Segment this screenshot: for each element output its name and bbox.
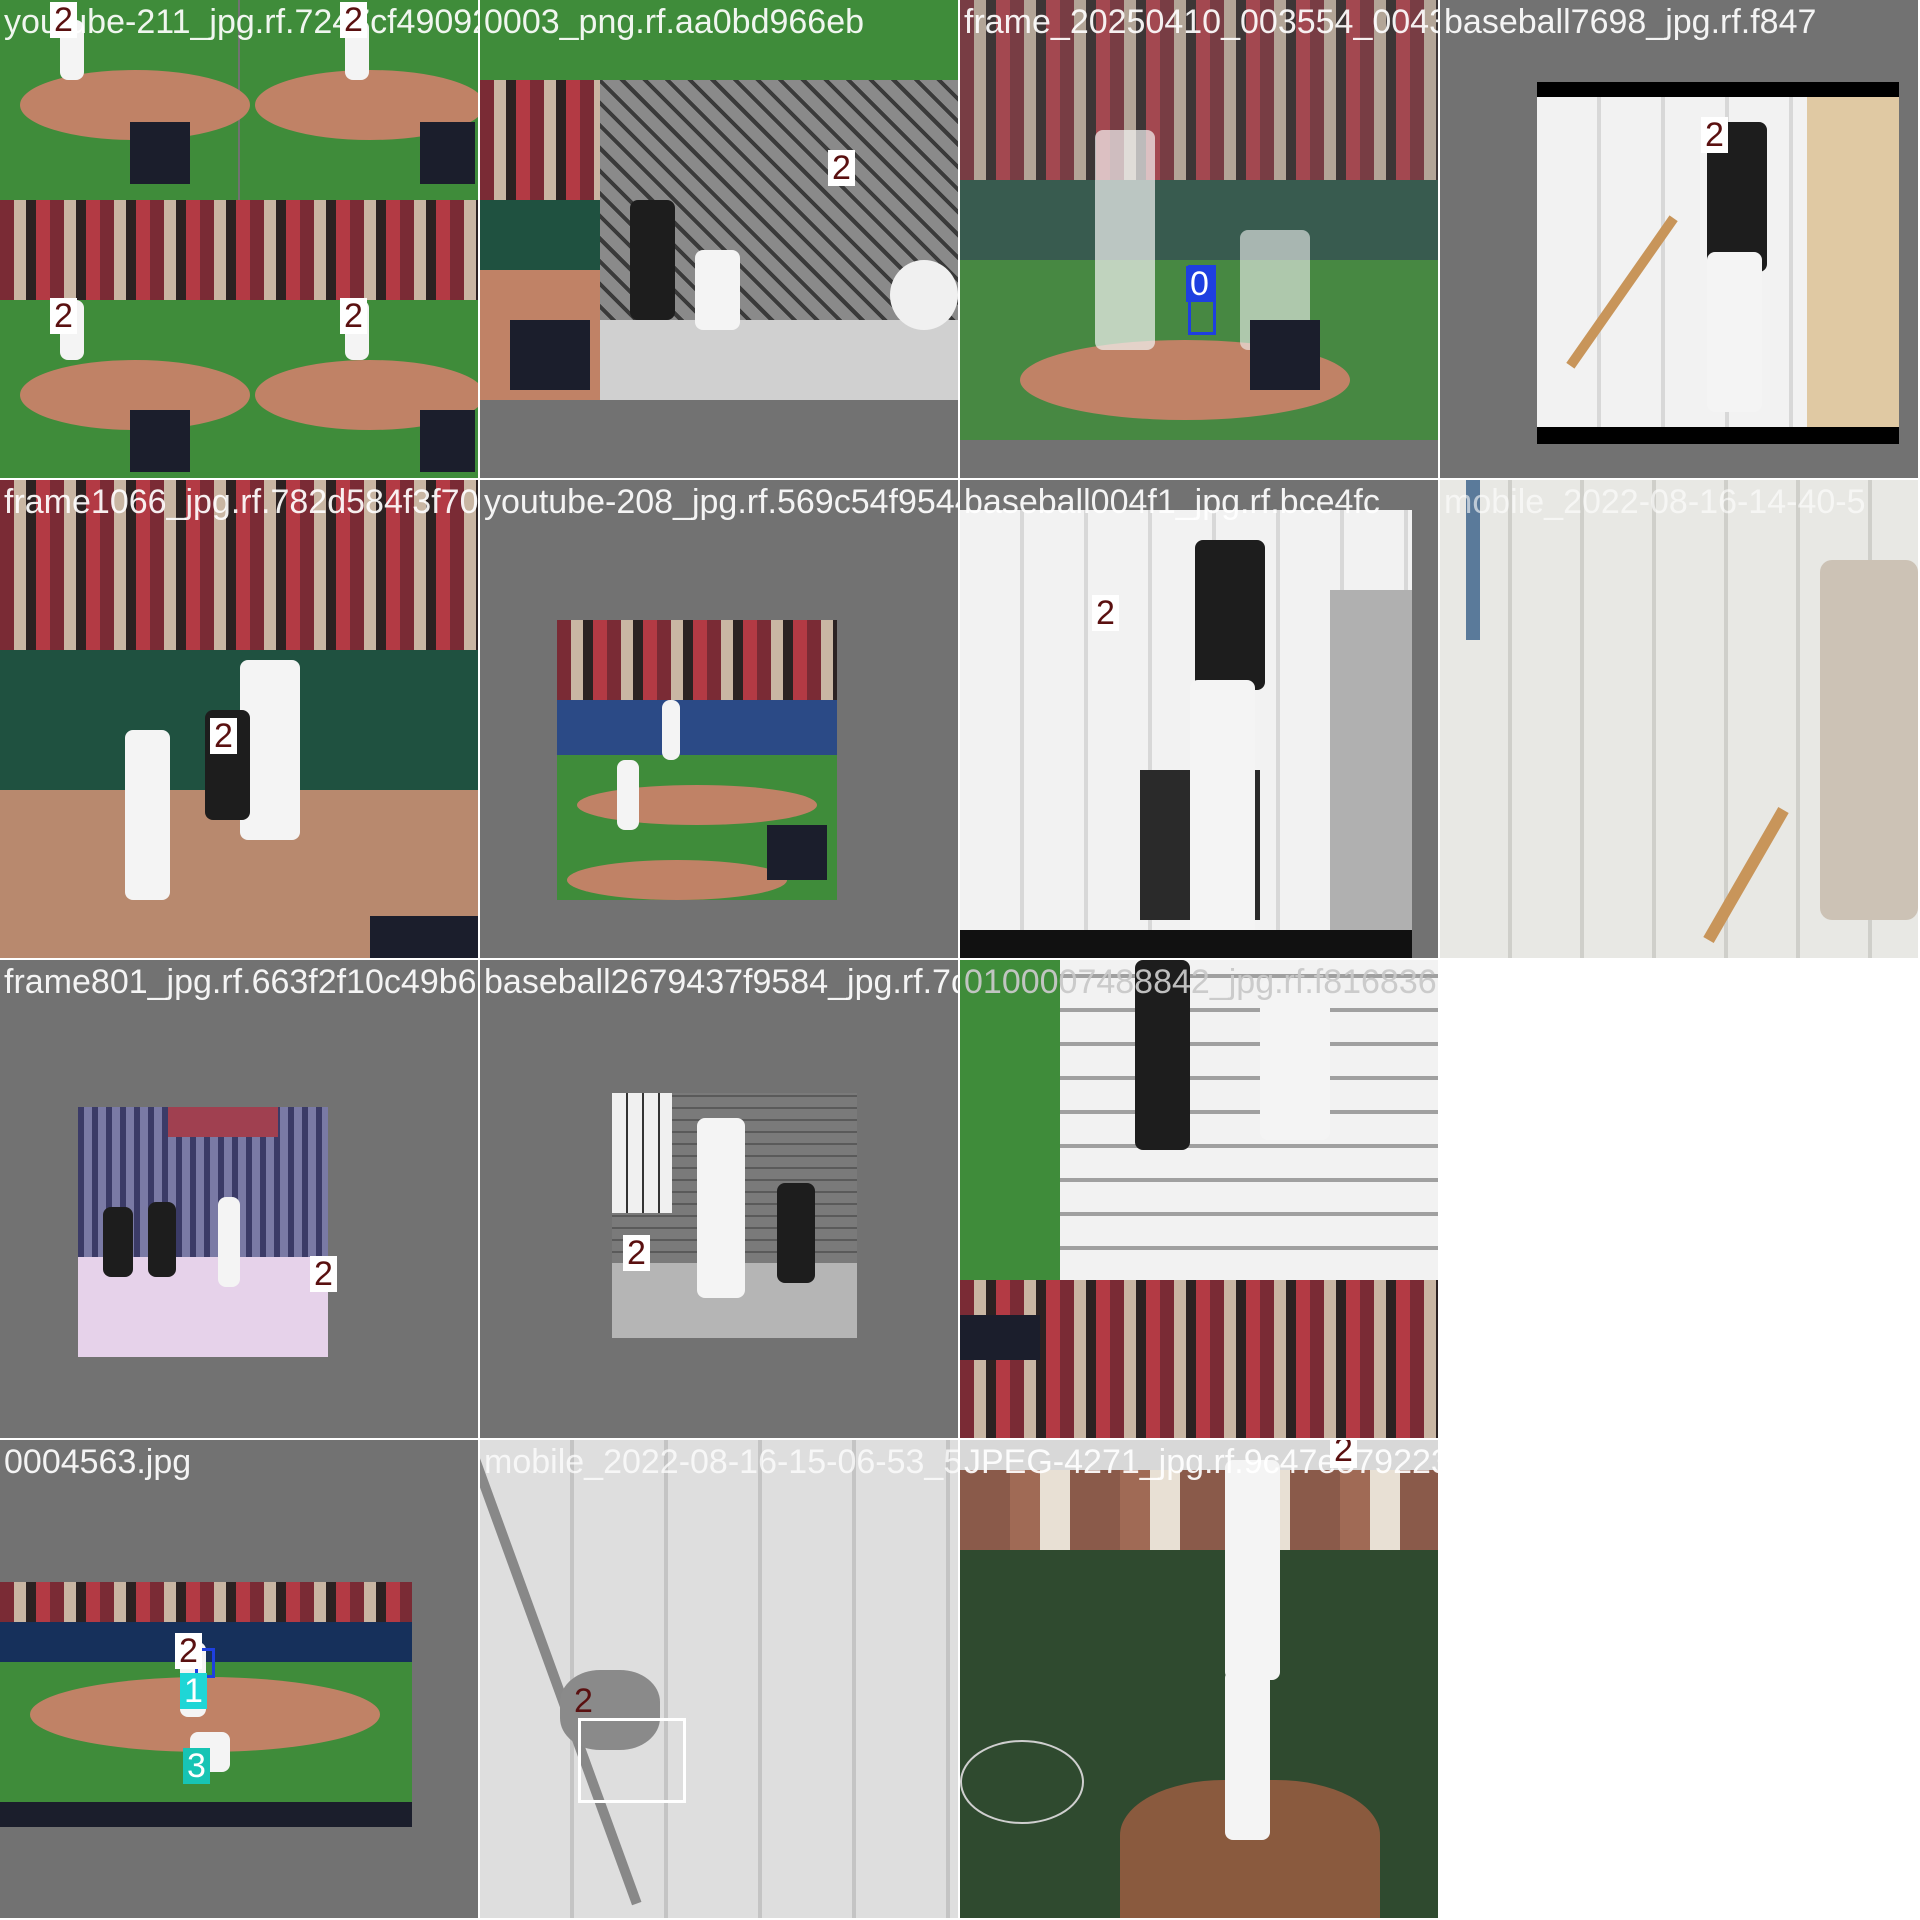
class-label: 3 xyxy=(183,1748,210,1784)
augmentation-mosaic: youtube-211_jpg.rf.7247cf490921197ee4aca… xyxy=(0,0,1920,1920)
mosaic-tile-8: frame801_jpg.rf.663f2f10c49b63d6797f9 2 xyxy=(0,960,478,1438)
mosaic-tile-0: youtube-211_jpg.rf.7247cf490921197ee4aca… xyxy=(0,0,478,478)
mosaic-tile-12: mobile_2022-08-16-15-06-53_55_9735.jpg 2 xyxy=(480,1440,958,1918)
class-label: 2 xyxy=(1092,595,1119,631)
mosaic-tile-9: baseball2679437f9584_jpg.rf.7d 2 xyxy=(480,960,958,1438)
bounding-box xyxy=(578,1718,686,1803)
mosaic-tile-5: youtube-208_jpg.rf.569c54f95446cad700a4 xyxy=(480,480,958,958)
class-label: 2 xyxy=(310,1256,337,1292)
mosaic-tile-3: baseball7698_jpg.rf.f847 2 xyxy=(1440,0,1918,478)
class-label: 2 xyxy=(1330,1440,1357,1468)
tile-photo xyxy=(480,0,958,478)
tile-photo xyxy=(960,960,1438,1438)
class-label: 2 xyxy=(175,1633,202,1669)
tile-filename: baseball7698_jpg.rf.f847 xyxy=(1444,3,1817,41)
tile-photo xyxy=(0,0,478,478)
mosaic-tile-2: frame_20250410_003554_0043.jpg.rf.f847 0 xyxy=(960,0,1438,478)
tile-photo xyxy=(612,1093,857,1338)
tile-filename: baseball2679437f9584_jpg.rf.7d xyxy=(484,963,958,1001)
class-label: 2 xyxy=(1701,117,1728,153)
mosaic-tile-7: mobile_2022-08-16-14-40-5 xyxy=(1440,480,1918,958)
class-label: 1 xyxy=(180,1673,207,1709)
tile-photo xyxy=(960,0,1438,440)
mosaic-tile-10: 0100007488842_jpg.rf.f816836976db97f5f5e… xyxy=(960,960,1438,1438)
class-label: 2 xyxy=(340,2,367,38)
class-label: 2 xyxy=(340,298,367,334)
class-label: 2 xyxy=(50,2,77,38)
tile-photo xyxy=(960,1440,1438,1918)
tile-photo xyxy=(480,1440,958,1918)
tile-filename: 0004563.jpg xyxy=(4,1443,192,1481)
tile-photo xyxy=(557,620,837,900)
tile-filename: frame801_jpg.rf.663f2f10c49b63d6797f9 xyxy=(4,963,478,1001)
tile-photo xyxy=(960,510,1412,958)
class-label: 2 xyxy=(210,718,237,754)
class-label: 2 xyxy=(828,150,855,186)
mosaic-tile-1: 0003_png.rf.aa0bd966eb 2 xyxy=(480,0,958,478)
mosaic-tile-6: baseball004f1_jpg.rf.bce4fc 2 xyxy=(960,480,1438,958)
mosaic-tile-11: 0004563.jpg 2 1 3 xyxy=(0,1440,478,1918)
mosaic-tile-4: frame1066_jpg.rf.782d584f3f705c5e1266a9a… xyxy=(0,480,478,958)
class-label: 2 xyxy=(574,1682,593,1720)
tile-photo xyxy=(78,1107,328,1357)
class-label: 2 xyxy=(50,298,77,334)
tile-filename: youtube-208_jpg.rf.569c54f95446cad700a4 xyxy=(484,483,958,521)
tile-photo xyxy=(0,480,478,958)
class-label: 2 xyxy=(623,1235,650,1271)
mosaic-tile-13: JPEG-4271_jpg.rf.9c47e579223387 2 xyxy=(960,1440,1438,1918)
class-label: 0 xyxy=(1186,266,1213,302)
tile-photo xyxy=(1440,480,1918,958)
